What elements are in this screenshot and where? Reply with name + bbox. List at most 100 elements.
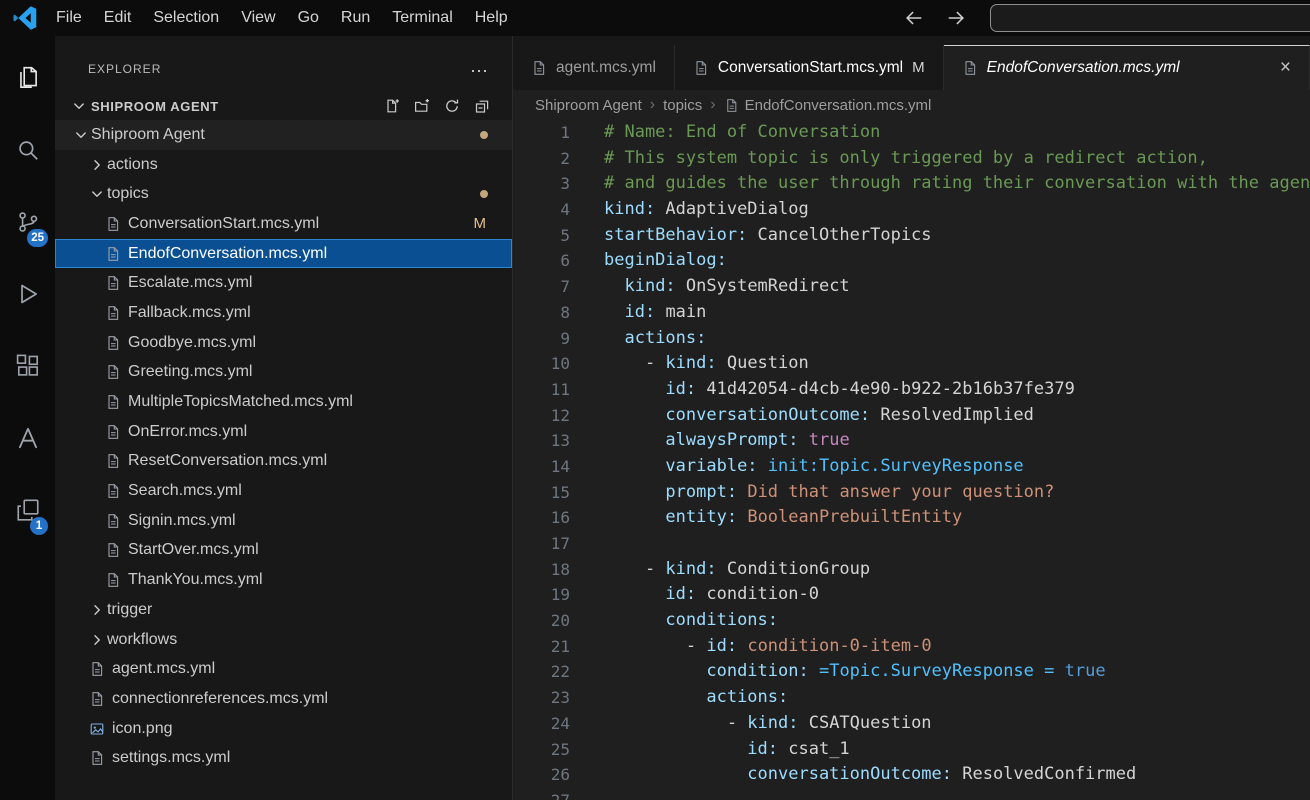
breadcrumb-item-shiproom-agent[interactable]: Shiproom Agent [535, 97, 642, 114]
code-line-12: 12 conversationOutcome: ResolvedImplied [513, 403, 1310, 429]
yaml-file-icon [105, 305, 121, 321]
activity-extensions[interactable] [0, 330, 55, 402]
code-editor[interactable]: 1# Name: End of Conversation2# This syst… [513, 120, 1310, 800]
file-item-settings-mcs-yml[interactable]: settings.mcs.yml [55, 743, 512, 773]
file-item-conversationstart-mcs-yml[interactable]: ConversationStart.mcs.ymlM [55, 209, 512, 239]
line-number: 4 [513, 197, 570, 223]
file-item-fallback-mcs-yml[interactable]: Fallback.mcs.yml [55, 298, 512, 328]
breadcrumb-item-endofconversation-mcs-yml[interactable]: EndofConversation.mcs.yml [724, 97, 932, 114]
menu-run[interactable]: Run [330, 0, 381, 36]
file-item-escalate-mcs-yml[interactable]: Escalate.mcs.yml [55, 268, 512, 298]
line-number: 5 [513, 223, 570, 249]
section-header-shiproom-agent[interactable]: SHIPROOM AGENT [55, 92, 512, 120]
menu-view[interactable]: View [230, 0, 286, 36]
line-content: actions: [570, 685, 788, 711]
file-item-search-mcs-yml[interactable]: Search.mcs.yml [55, 476, 512, 506]
line-content: conditions: [570, 608, 778, 634]
back-arrow-icon[interactable] [903, 7, 925, 29]
tree-item-label: trigger [107, 601, 152, 619]
tree-item-label: EndofConversation.mcs.yml [128, 245, 327, 263]
line-content: actions: [570, 326, 706, 352]
activity-run-debug[interactable] [0, 258, 55, 330]
folder-item-actions[interactable]: actions [55, 150, 512, 180]
line-number: 18 [513, 557, 570, 583]
yaml-file-icon [105, 275, 121, 291]
yaml-file-icon [105, 513, 121, 529]
tree-item-label: Greeting.mcs.yml [128, 363, 252, 381]
new-folder-icon[interactable] [414, 98, 430, 114]
command-center-search[interactable] [990, 4, 1310, 32]
file-tree: Shiproom AgentactionstopicsConversationS… [55, 120, 512, 773]
line-number: 13 [513, 428, 570, 454]
activity-azure[interactable] [0, 402, 55, 474]
file-item-onerror-mcs-yml[interactable]: OnError.mcs.yml [55, 417, 512, 447]
file-item-endofconversation-mcs-yml[interactable]: EndofConversation.mcs.yml [55, 239, 512, 269]
collapse-all-icon[interactable] [474, 98, 490, 114]
line-number: 10 [513, 351, 570, 377]
yaml-file-icon [89, 661, 105, 677]
code-line-11: 11 id: 41d42054-d4cb-4e90-b922-2b16b37fe… [513, 377, 1310, 403]
yaml-file-icon [105, 453, 121, 469]
folder-item-shiproom-agent[interactable]: Shiproom Agent [55, 120, 512, 150]
menu-terminal[interactable]: Terminal [381, 0, 463, 36]
code-line-14: 14 variable: init:Topic.SurveyResponse [513, 454, 1310, 480]
refresh-icon[interactable] [444, 98, 460, 114]
more-actions-icon[interactable]: ⋯ [470, 66, 488, 76]
section-actions [384, 98, 490, 114]
file-item-greeting-mcs-yml[interactable]: Greeting.mcs.yml [55, 358, 512, 388]
code-lines: 1# Name: End of Conversation2# This syst… [513, 120, 1310, 800]
forward-arrow-icon[interactable] [945, 7, 967, 29]
tree-item-label: settings.mcs.yml [112, 749, 230, 767]
file-item-signin-mcs-yml[interactable]: Signin.mcs.yml [55, 506, 512, 536]
tab-agent-mcs-yml[interactable]: agent.mcs.yml [513, 45, 675, 90]
folder-item-workflows[interactable]: workflows [55, 625, 512, 655]
file-item-startover-mcs-yml[interactable]: StartOver.mcs.yml [55, 536, 512, 566]
explorer-sidebar: EXPLORER ⋯ SHIPROOM AGENT Shiproom Agent… [55, 36, 513, 800]
menu-help[interactable]: Help [464, 0, 519, 36]
line-number: 24 [513, 711, 570, 737]
code-line-7: 7 kind: OnSystemRedirect [513, 274, 1310, 300]
activity-agents-toolkit[interactable]: 1 [0, 474, 55, 546]
line-number: 6 [513, 248, 570, 274]
file-item-icon-png[interactable]: icon.png [55, 714, 512, 744]
line-number: 26 [513, 762, 570, 788]
tree-item-label: agent.mcs.yml [112, 660, 215, 678]
menu-edit[interactable]: Edit [93, 0, 143, 36]
breadcrumb-item-topics[interactable]: topics [663, 97, 702, 114]
tree-item-label: Fallback.mcs.yml [128, 304, 251, 322]
vscode-window: FileEditSelectionViewGoRunTerminalHelp 2… [0, 0, 1310, 800]
explorer-panel-title: EXPLORER [88, 62, 161, 76]
extensions-icon [15, 353, 41, 379]
line-number: 2 [513, 146, 570, 172]
line-number: 15 [513, 480, 570, 506]
file-item-multipletopicsmatched-mcs-yml[interactable]: MultipleTopicsMatched.mcs.yml [55, 387, 512, 417]
menu-selection[interactable]: Selection [142, 0, 230, 36]
file-item-thankyou-mcs-yml[interactable]: ThankYou.mcs.yml [55, 565, 512, 595]
tree-item-label: icon.png [112, 720, 173, 738]
folder-item-trigger[interactable]: trigger [55, 595, 512, 625]
tab-close-icon[interactable]: × [1270, 60, 1291, 76]
line-content: - kind: Question [570, 351, 809, 377]
activity-search[interactable] [0, 114, 55, 186]
file-item-agent-mcs-yml[interactable]: agent.mcs.yml [55, 654, 512, 684]
code-line-13: 13 alwaysPrompt: true [513, 428, 1310, 454]
file-item-resetconversation-mcs-yml[interactable]: ResetConversation.mcs.yml [55, 447, 512, 477]
activity-source-control[interactable]: 25 [0, 186, 55, 258]
tab-endofconversation-mcs-yml[interactable]: EndofConversation.mcs.yml× [944, 45, 1310, 90]
menu-file[interactable]: File [45, 0, 93, 36]
file-item-connectionreferences-mcs-yml[interactable]: connectionreferences.mcs.yml [55, 684, 512, 714]
yaml-file-icon [105, 542, 121, 558]
vscode-logo-icon [13, 6, 37, 30]
folder-item-topics[interactable]: topics [55, 179, 512, 209]
code-line-19: 19 id: condition-0 [513, 582, 1310, 608]
line-content: id: condition-0 [570, 582, 819, 608]
tab-conversationstart-mcs-yml[interactable]: ConversationStart.mcs.ymlM [675, 45, 944, 90]
menu-go[interactable]: Go [287, 0, 330, 36]
line-content: id: csat_1 [570, 737, 850, 763]
activity-explorer[interactable] [0, 42, 55, 114]
new-file-icon[interactable] [384, 98, 400, 114]
modified-dot [480, 190, 488, 198]
line-content: alwaysPrompt: true [570, 428, 850, 454]
file-item-goodbye-mcs-yml[interactable]: Goodbye.mcs.yml [55, 328, 512, 358]
tree-item-label: OnError.mcs.yml [128, 423, 247, 441]
